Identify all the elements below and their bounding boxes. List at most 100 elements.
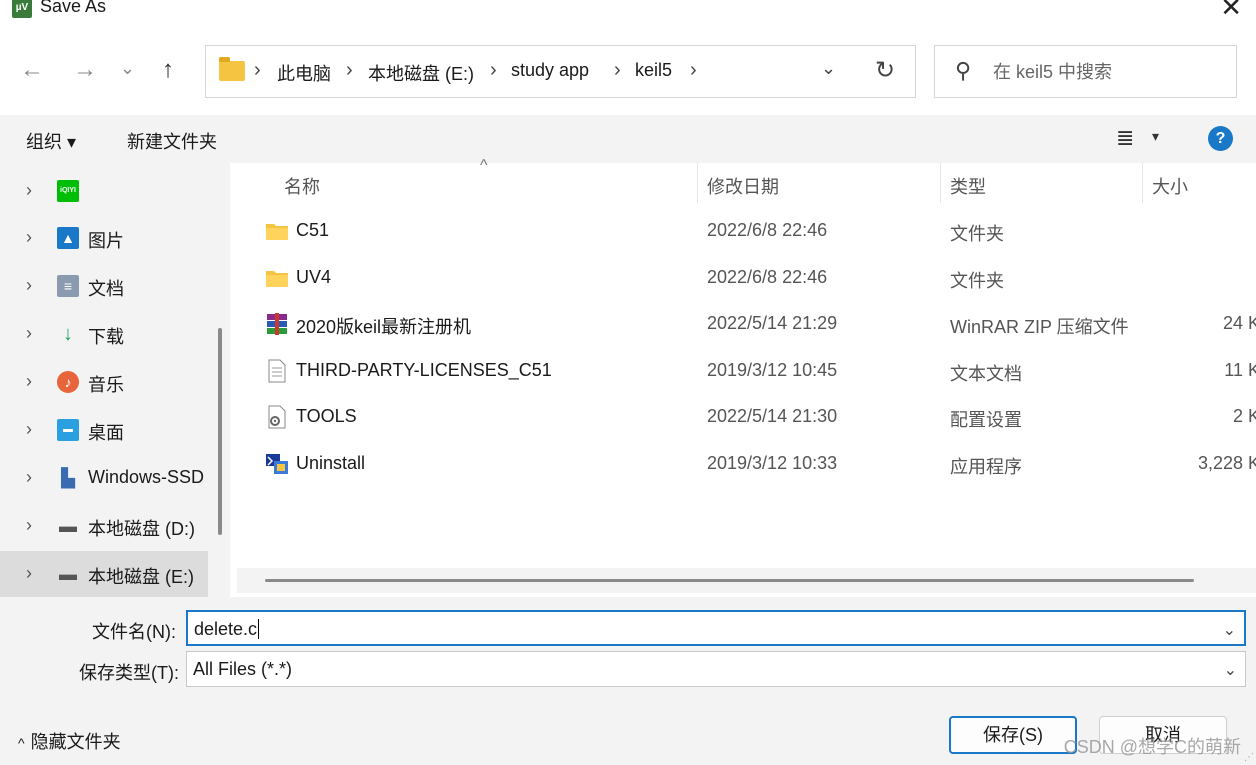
sidebar-item-documents[interactable]: › ≡ 文档 xyxy=(0,263,208,309)
chevron-right-icon[interactable]: › xyxy=(26,227,32,248)
sidebar-item-label: 音乐 xyxy=(88,375,124,395)
breadcrumb-study-app[interactable]: study app xyxy=(511,60,589,81)
chevron-right-icon[interactable]: › xyxy=(254,59,261,82)
sidebar-scrollbar[interactable] xyxy=(218,328,222,535)
file-row-uninstall[interactable]: Uninstall 2019/3/12 10:33 应用程序 3,228 K xyxy=(257,442,1256,488)
breadcrumb-keil5[interactable]: keil5 xyxy=(635,60,672,81)
chevron-right-icon[interactable]: › xyxy=(26,371,32,392)
desktop-icon: ▬ xyxy=(57,419,79,441)
command-bar: 组织 ▾ 新建文件夹 ≣ ▾ ? xyxy=(0,115,1256,163)
sidebar-item-music[interactable]: › ♪ 音乐 xyxy=(0,359,208,405)
chevron-right-icon[interactable]: › xyxy=(490,59,497,82)
music-icon: ♪ xyxy=(57,371,79,393)
horizontal-scrollbar[interactable] xyxy=(265,579,1194,582)
file-name: TOOLS xyxy=(296,406,357,426)
file-row-c51[interactable]: C51 2022/6/8 22:46 文件夹 xyxy=(257,209,1256,255)
sidebar-item-label: 桌面 xyxy=(88,423,124,443)
sidebar-item-drive-d[interactable]: › ▬ 本地磁盘 (D:) xyxy=(0,503,208,549)
column-divider[interactable] xyxy=(1142,163,1143,203)
column-divider[interactable] xyxy=(697,163,698,203)
sidebar-item-pictures[interactable]: › ▲ 图片 xyxy=(0,215,208,261)
view-options-icon[interactable]: ≣ xyxy=(1116,125,1134,151)
file-modified: 2022/5/14 21:29 xyxy=(707,313,838,333)
search-input[interactable] xyxy=(993,58,1223,86)
file-name: UV4 xyxy=(296,267,332,287)
file-type: WinRAR ZIP 压缩文件 xyxy=(950,317,1129,337)
breadcrumb-this-pc[interactable]: 此电脑 xyxy=(277,60,331,86)
download-icon: ↓ xyxy=(63,323,73,345)
column-divider[interactable] xyxy=(940,163,941,203)
file-type: 文件夹 xyxy=(950,224,1004,244)
column-header-name[interactable]: 名称 xyxy=(284,163,320,207)
folder-icon xyxy=(266,271,288,287)
filetype-select[interactable]: All Files (*.*) ⌄ xyxy=(186,651,1246,687)
file-row-tools[interactable]: TOOLS 2022/5/14 21:30 配置设置 2 K xyxy=(257,395,1256,441)
column-header-modified[interactable]: 修改日期 xyxy=(707,163,779,207)
file-modified: 2022/5/14 21:30 xyxy=(707,406,838,426)
sort-ascending-icon: ^ xyxy=(480,157,488,174)
sidebar-item-drive-e[interactable]: › ▬ 本地磁盘 (E:) xyxy=(0,551,208,597)
chevron-right-icon[interactable]: › xyxy=(26,419,32,440)
drive-e-icon: ▬ xyxy=(59,564,77,584)
chevron-right-icon[interactable]: › xyxy=(26,467,32,488)
sidebar-item-windows-ssd[interactable]: › ▙ Windows-SSD xyxy=(0,455,208,501)
application-icon xyxy=(266,454,288,474)
refresh-icon[interactable]: ↻ xyxy=(875,56,895,85)
organize-menu[interactable]: 组织 ▾ xyxy=(26,128,76,154)
file-row-licenses[interactable]: THIRD-PARTY-LICENSES_C51 2019/3/12 10:45… xyxy=(257,349,1256,395)
sidebar-item-label: 图片 xyxy=(88,231,124,251)
filename-field[interactable]: delete.c ⌄ xyxy=(186,610,1246,646)
text-document-icon xyxy=(268,359,286,383)
winrar-archive-icon xyxy=(267,313,287,335)
drive-d-icon: ▬ xyxy=(59,516,77,536)
chevron-right-icon[interactable]: › xyxy=(614,59,621,82)
save-button[interactable]: 保存(S) xyxy=(949,716,1077,754)
file-list[interactable]: ^ 名称 修改日期 类型 大小 C51 2022/6/8 22:46 文件夹 U… xyxy=(237,157,1256,597)
window-title: Save As xyxy=(40,0,107,16)
chevron-right-icon[interactable]: › xyxy=(26,180,32,201)
file-row-uv4[interactable]: UV4 2022/6/8 22:46 文件夹 xyxy=(257,256,1256,302)
forward-button[interactable]: → xyxy=(73,58,97,82)
windows-drive-icon: ▙ xyxy=(61,468,75,488)
folder-icon xyxy=(266,224,288,240)
recent-locations-button[interactable]: ⌄ xyxy=(120,56,135,80)
chevron-right-icon[interactable]: › xyxy=(690,59,697,82)
help-icon[interactable]: ? xyxy=(1208,126,1233,151)
resize-grip-icon[interactable]: ⋰ xyxy=(1244,752,1254,763)
save-form: 文件名(N): delete.c ⌄ 保存类型(T): All Files (*… xyxy=(0,597,1256,765)
view-dropdown-icon[interactable]: ▾ xyxy=(1152,128,1159,145)
back-button[interactable]: ← xyxy=(20,58,44,82)
address-history-dropdown[interactable]: ⌄ xyxy=(821,58,836,79)
up-button[interactable]: ↑ xyxy=(162,58,174,82)
navigation-pane[interactable]: › iQIYI › ▲ 图片 › ≡ 文档 › ↓ 下载 › ♪ 音乐 › ▬ … xyxy=(0,163,230,597)
sidebar-item-desktop[interactable]: › ▬ 桌面 xyxy=(0,407,208,453)
pictures-icon: ▲ xyxy=(57,227,79,249)
sidebar-item-iqiyi[interactable]: › iQIYI xyxy=(0,168,208,214)
chevron-right-icon[interactable]: › xyxy=(26,515,32,536)
file-size: 3,228 K xyxy=(1197,453,1256,473)
close-button[interactable]: ✕ xyxy=(1220,0,1242,20)
sidebar-item-label: 本地磁盘 (D:) xyxy=(88,519,195,539)
hide-folders-button[interactable]: ^ 隐藏文件夹 xyxy=(18,728,121,754)
file-modified: 2019/3/12 10:33 xyxy=(707,453,838,473)
search-box[interactable]: ⚲ xyxy=(934,45,1237,98)
chevron-right-icon[interactable]: › xyxy=(26,563,32,584)
chevron-right-icon[interactable]: › xyxy=(26,275,32,296)
breadcrumb-drive-e[interactable]: 本地磁盘 (E:) xyxy=(368,60,474,86)
address-bar[interactable]: › 此电脑 › 本地磁盘 (E:) › study app › keil5 › … xyxy=(205,45,916,98)
column-header-size[interactable]: 大小 xyxy=(1152,163,1188,207)
file-row-archive[interactable]: 2020版keil最新注册机 2022/5/14 21:29 WinRAR ZI… xyxy=(257,302,1256,348)
sidebar-item-downloads[interactable]: › ↓ 下载 xyxy=(0,311,208,357)
new-folder-button[interactable]: 新建文件夹 xyxy=(127,128,217,154)
column-header-type[interactable]: 类型 xyxy=(950,163,986,207)
filename-value[interactable]: delete.c xyxy=(194,619,260,640)
navigation-bar: ← → ⌄ ↑ › 此电脑 › 本地磁盘 (E:) › study app › … xyxy=(0,36,1256,106)
file-name: 2020版keil最新注册机 xyxy=(296,317,472,337)
chevron-right-icon[interactable]: › xyxy=(26,323,32,344)
file-size: 11 K xyxy=(1224,360,1256,380)
chevron-down-icon[interactable]: ⌄ xyxy=(1224,660,1237,680)
filetype-value: All Files (*.*) xyxy=(193,659,293,679)
chevron-down-icon[interactable]: ⌄ xyxy=(1223,620,1236,640)
chevron-right-icon[interactable]: › xyxy=(346,59,353,82)
search-icon: ⚲ xyxy=(955,58,972,83)
